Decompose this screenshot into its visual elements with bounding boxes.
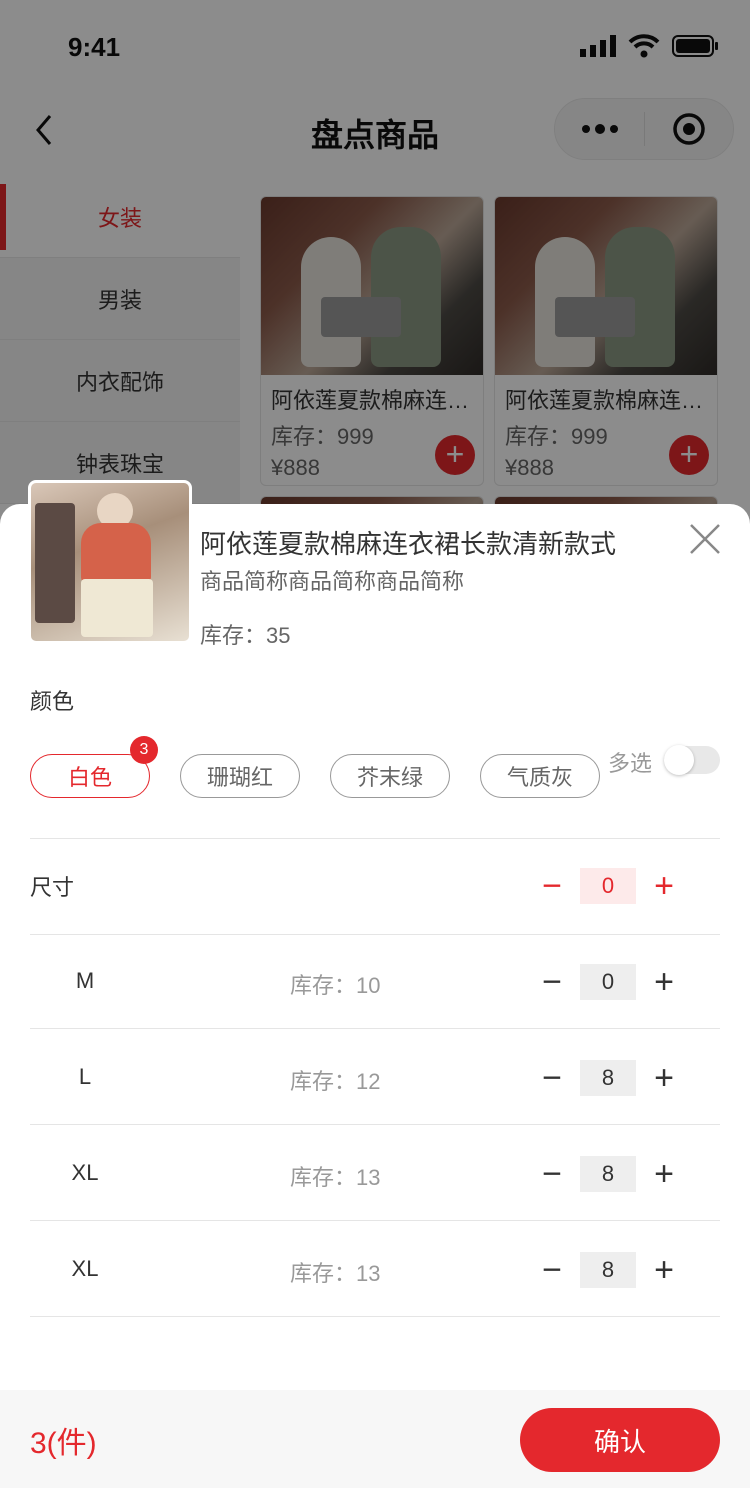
sheet-product-stock: 库存：35 <box>200 623 291 648</box>
product-thumbnail <box>28 480 192 644</box>
decrement-button[interactable]: − <box>524 1155 580 1193</box>
size-stepper: − 8 + <box>524 1251 692 1289</box>
toggle-knob <box>664 745 694 775</box>
size-stepper: − 0 + <box>524 963 692 1001</box>
decrement-button[interactable]: − <box>524 1251 580 1289</box>
increment-button[interactable]: + <box>636 1155 692 1193</box>
size-stepper: − 8 + <box>524 1059 692 1097</box>
footer-bar: 3(件) 确认 <box>0 1390 750 1488</box>
close-icon[interactable] <box>688 522 722 556</box>
divider <box>30 1124 720 1125</box>
divider <box>30 1220 720 1221</box>
multi-select-toggle[interactable] <box>664 745 720 775</box>
size-name: XL <box>71 1160 99 1185</box>
increment-button[interactable]: + <box>636 1251 692 1289</box>
divider <box>30 1028 720 1029</box>
quantity-value[interactable]: 8 <box>580 1156 636 1192</box>
quantity-value[interactable]: 8 <box>580 1060 636 1096</box>
quantity-value[interactable]: 8 <box>580 1252 636 1288</box>
sheet-product-title: 阿依莲夏款棉麻连衣裙长款清新款式 <box>200 529 617 559</box>
increment-button[interactable]: + <box>636 963 692 1001</box>
size-name: L <box>78 1064 92 1089</box>
size-stepper: − 8 + <box>524 1155 692 1193</box>
color-option-gray[interactable]: 气质灰 <box>480 754 600 798</box>
multi-select-label: 多选 <box>608 751 653 776</box>
quantity-value[interactable]: 0 <box>580 868 636 904</box>
increment-button[interactable]: + <box>636 867 692 905</box>
color-option-coral[interactable]: 珊瑚红 <box>180 754 300 798</box>
total-count: 3(件) <box>30 1427 97 1460</box>
spec-sheet: 阿依莲夏款棉麻连衣裙长款清新款式 商品简称商品简称商品简称 库存：35 颜色 白… <box>0 480 750 1488</box>
color-label: 颜色 <box>30 689 75 714</box>
decrement-button[interactable]: − <box>524 963 580 1001</box>
divider <box>30 1316 720 1317</box>
size-stock: 库存：13 <box>290 1261 381 1286</box>
sheet-product-subtitle: 商品简称商品简称商品简称 <box>200 569 465 594</box>
quantity-value[interactable]: 0 <box>580 964 636 1000</box>
size-stock: 库存：12 <box>290 1069 381 1094</box>
decrement-button[interactable]: − <box>524 1059 580 1097</box>
confirm-button[interactable]: 确认 <box>520 1408 720 1472</box>
size-stock: 库存：10 <box>290 973 381 998</box>
color-option-white[interactable]: 白色 <box>30 754 150 798</box>
divider <box>30 838 720 839</box>
decrement-button[interactable]: − <box>524 867 580 905</box>
size-total-stepper: − 0 + <box>524 867 692 905</box>
increment-button[interactable]: + <box>636 1059 692 1097</box>
size-name: M <box>75 968 95 993</box>
divider <box>30 934 720 935</box>
color-count-badge: 3 <box>130 736 158 764</box>
color-option-mustard[interactable]: 芥末绿 <box>330 754 450 798</box>
size-name: XL <box>71 1256 99 1281</box>
size-stock: 库存：13 <box>290 1165 381 1190</box>
size-label: 尺寸 <box>30 875 75 900</box>
